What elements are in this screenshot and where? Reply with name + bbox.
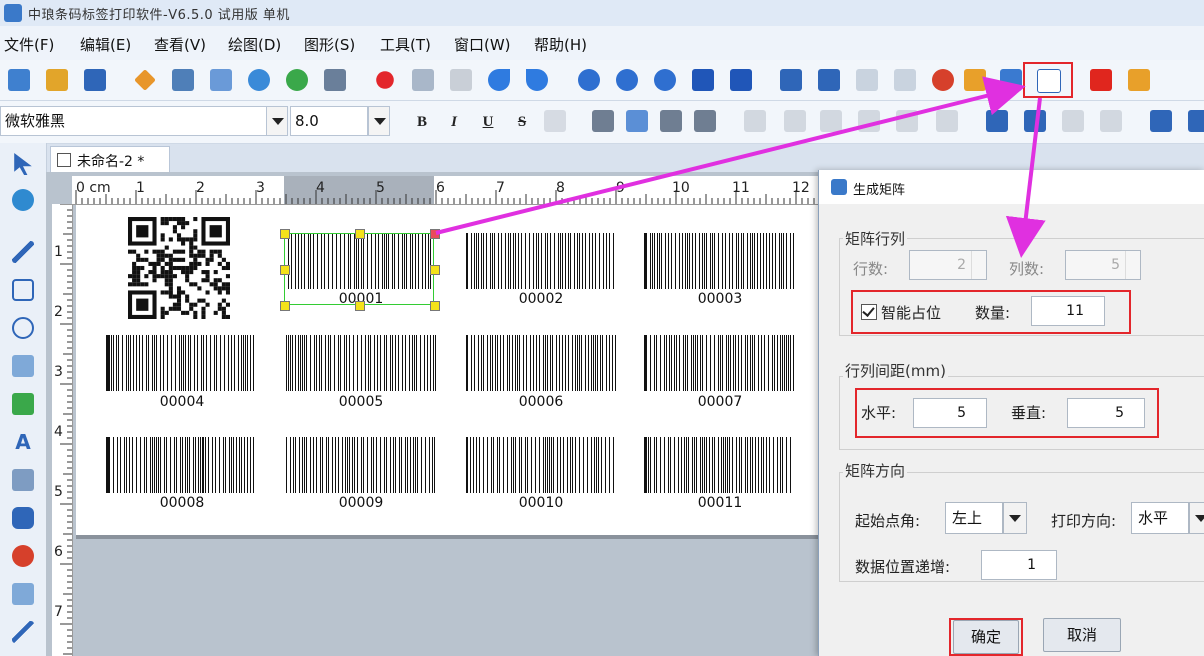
arrow-to-matrix-button bbox=[435, 76, 1026, 235]
annotation-arrows bbox=[435, 76, 1046, 258]
arrow-to-dialog bbox=[1005, 97, 1046, 258]
